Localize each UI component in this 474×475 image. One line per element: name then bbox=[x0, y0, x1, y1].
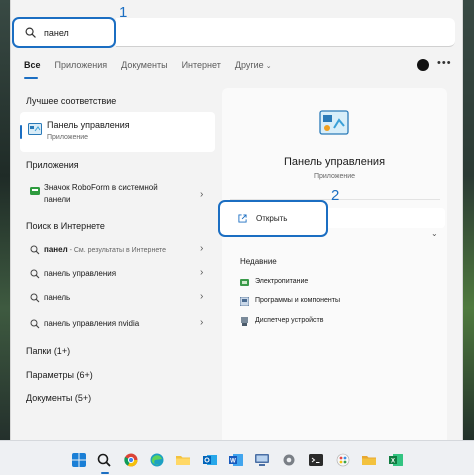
open-external-icon bbox=[238, 214, 247, 223]
web-result-3-query: панель bbox=[44, 293, 71, 302]
search-box[interactable] bbox=[12, 17, 116, 48]
detail-title: Панель управления bbox=[283, 156, 386, 168]
chevron-down-icon[interactable]: ⌄ bbox=[431, 229, 438, 238]
detail-subtitle: Приложение bbox=[313, 173, 356, 180]
recent-item-power-label: Электропитание bbox=[255, 278, 309, 285]
svg-text:W: W bbox=[230, 459, 236, 465]
recent-item-device-manager-label: Диспетчер устройств bbox=[255, 317, 324, 324]
paint-icon[interactable] bbox=[336, 453, 350, 467]
taskbar: W X bbox=[0, 440, 474, 475]
recent-item-programs-label: Программы и компоненты bbox=[255, 297, 341, 304]
terminal-icon[interactable] bbox=[309, 453, 323, 467]
tab-apps[interactable]: Приложения bbox=[55, 60, 108, 74]
filter-tabs: Все Приложения Документы Интернет Другие… bbox=[24, 60, 286, 74]
open-button[interactable]: Открыть bbox=[218, 200, 328, 237]
tab-internet[interactable]: Интернет bbox=[182, 60, 221, 74]
chevron-down-icon: ⌄ bbox=[265, 63, 272, 70]
step-marker-1: 1 bbox=[119, 4, 128, 21]
step-marker-2: 2 bbox=[331, 187, 340, 204]
best-match-title: Панель управления bbox=[47, 120, 130, 130]
edge-icon[interactable] bbox=[150, 453, 164, 467]
chevron-right-icon[interactable]: › bbox=[200, 243, 203, 254]
web-result-3[interactable]: панель › bbox=[20, 287, 215, 309]
search-icon bbox=[30, 245, 40, 255]
avatar[interactable] bbox=[417, 59, 429, 71]
search-icon bbox=[25, 27, 36, 38]
file-explorer-icon[interactable] bbox=[176, 453, 190, 467]
control-panel-icon bbox=[28, 123, 42, 135]
web-result-2-query: панель управления bbox=[44, 269, 117, 278]
web-result-2-label: панель управления bbox=[44, 269, 116, 278]
open-action-row[interactable] bbox=[328, 208, 445, 228]
tab-documents[interactable]: Документы bbox=[121, 60, 167, 74]
word-icon[interactable]: W bbox=[229, 453, 243, 467]
category-documents[interactable]: Документы (5+) bbox=[26, 393, 91, 403]
best-match-heading: Лучшее соответствие bbox=[26, 96, 117, 106]
web-result-4-query: панель управления nvidia bbox=[44, 319, 140, 328]
svg-text:X: X bbox=[391, 459, 395, 465]
control-panel-icon bbox=[319, 110, 349, 135]
category-settings[interactable]: Параметры (6+) bbox=[26, 370, 93, 380]
search-input[interactable] bbox=[44, 25, 114, 41]
windows-start-icon[interactable] bbox=[72, 453, 86, 467]
web-result-4[interactable]: панель управления nvidia › bbox=[20, 313, 215, 335]
list-item-roboform[interactable]: Значок RoboForm в системной панели › bbox=[20, 182, 215, 210]
search-icon bbox=[30, 269, 40, 279]
chrome-icon[interactable] bbox=[124, 453, 138, 467]
wallpaper-left bbox=[0, 0, 10, 440]
programs-icon bbox=[240, 297, 249, 306]
tab-all[interactable]: Все bbox=[24, 60, 41, 74]
web-result-1-query: панел bbox=[44, 245, 68, 254]
excel-icon[interactable]: X bbox=[389, 453, 403, 467]
chevron-right-icon[interactable]: › bbox=[200, 267, 203, 278]
wallpaper-right bbox=[463, 0, 474, 440]
outlook-icon[interactable] bbox=[203, 453, 217, 467]
remote-desktop-icon[interactable] bbox=[255, 453, 269, 467]
apps-heading: Приложения bbox=[26, 160, 79, 170]
roboform-icon bbox=[30, 187, 40, 195]
active-app-indicator bbox=[101, 472, 109, 474]
chevron-right-icon[interactable]: › bbox=[200, 317, 203, 328]
roboform-label-line2: панели bbox=[44, 195, 71, 204]
web-result-3-label: панель bbox=[44, 293, 70, 302]
settings-icon[interactable] bbox=[282, 453, 296, 467]
web-result-1-label: панел - См. результаты в Интернете bbox=[44, 245, 166, 254]
tab-other[interactable]: Другие ⌄ bbox=[235, 60, 272, 74]
open-button-label: Открыть bbox=[256, 214, 288, 223]
active-tab-indicator bbox=[24, 77, 38, 79]
web-result-1-hint: - См. результаты в Интернете bbox=[67, 247, 166, 254]
web-result-1[interactable]: панел - См. результаты в Интернете › bbox=[20, 239, 215, 261]
best-match-subtitle: Приложение bbox=[47, 134, 89, 141]
category-folders[interactable]: Папки (1+) bbox=[26, 346, 70, 356]
search-icon[interactable] bbox=[97, 453, 111, 467]
best-match-item[interactable]: Панель управления Приложение bbox=[20, 112, 215, 152]
selection-bar bbox=[20, 125, 22, 139]
search-bar-extension[interactable] bbox=[116, 18, 455, 47]
power-icon bbox=[240, 279, 249, 286]
search-icon bbox=[30, 319, 40, 329]
web-result-4-label: панель управления nvidia bbox=[44, 319, 139, 328]
device-manager-icon bbox=[241, 317, 248, 326]
tab-other-label: Другие bbox=[234, 60, 264, 70]
recent-heading: Недавние bbox=[240, 257, 277, 266]
more-options-icon[interactable]: ••• bbox=[437, 57, 452, 69]
folder-icon[interactable] bbox=[362, 453, 376, 467]
roboform-label-line1: Значок RoboForm в системной bbox=[44, 183, 158, 192]
search-icon bbox=[30, 293, 40, 303]
chevron-right-icon[interactable]: › bbox=[200, 291, 203, 302]
chevron-right-icon[interactable]: › bbox=[200, 189, 203, 200]
web-result-2[interactable]: панель управления › bbox=[20, 263, 215, 285]
web-search-heading: Поиск в Интернете bbox=[26, 221, 105, 231]
